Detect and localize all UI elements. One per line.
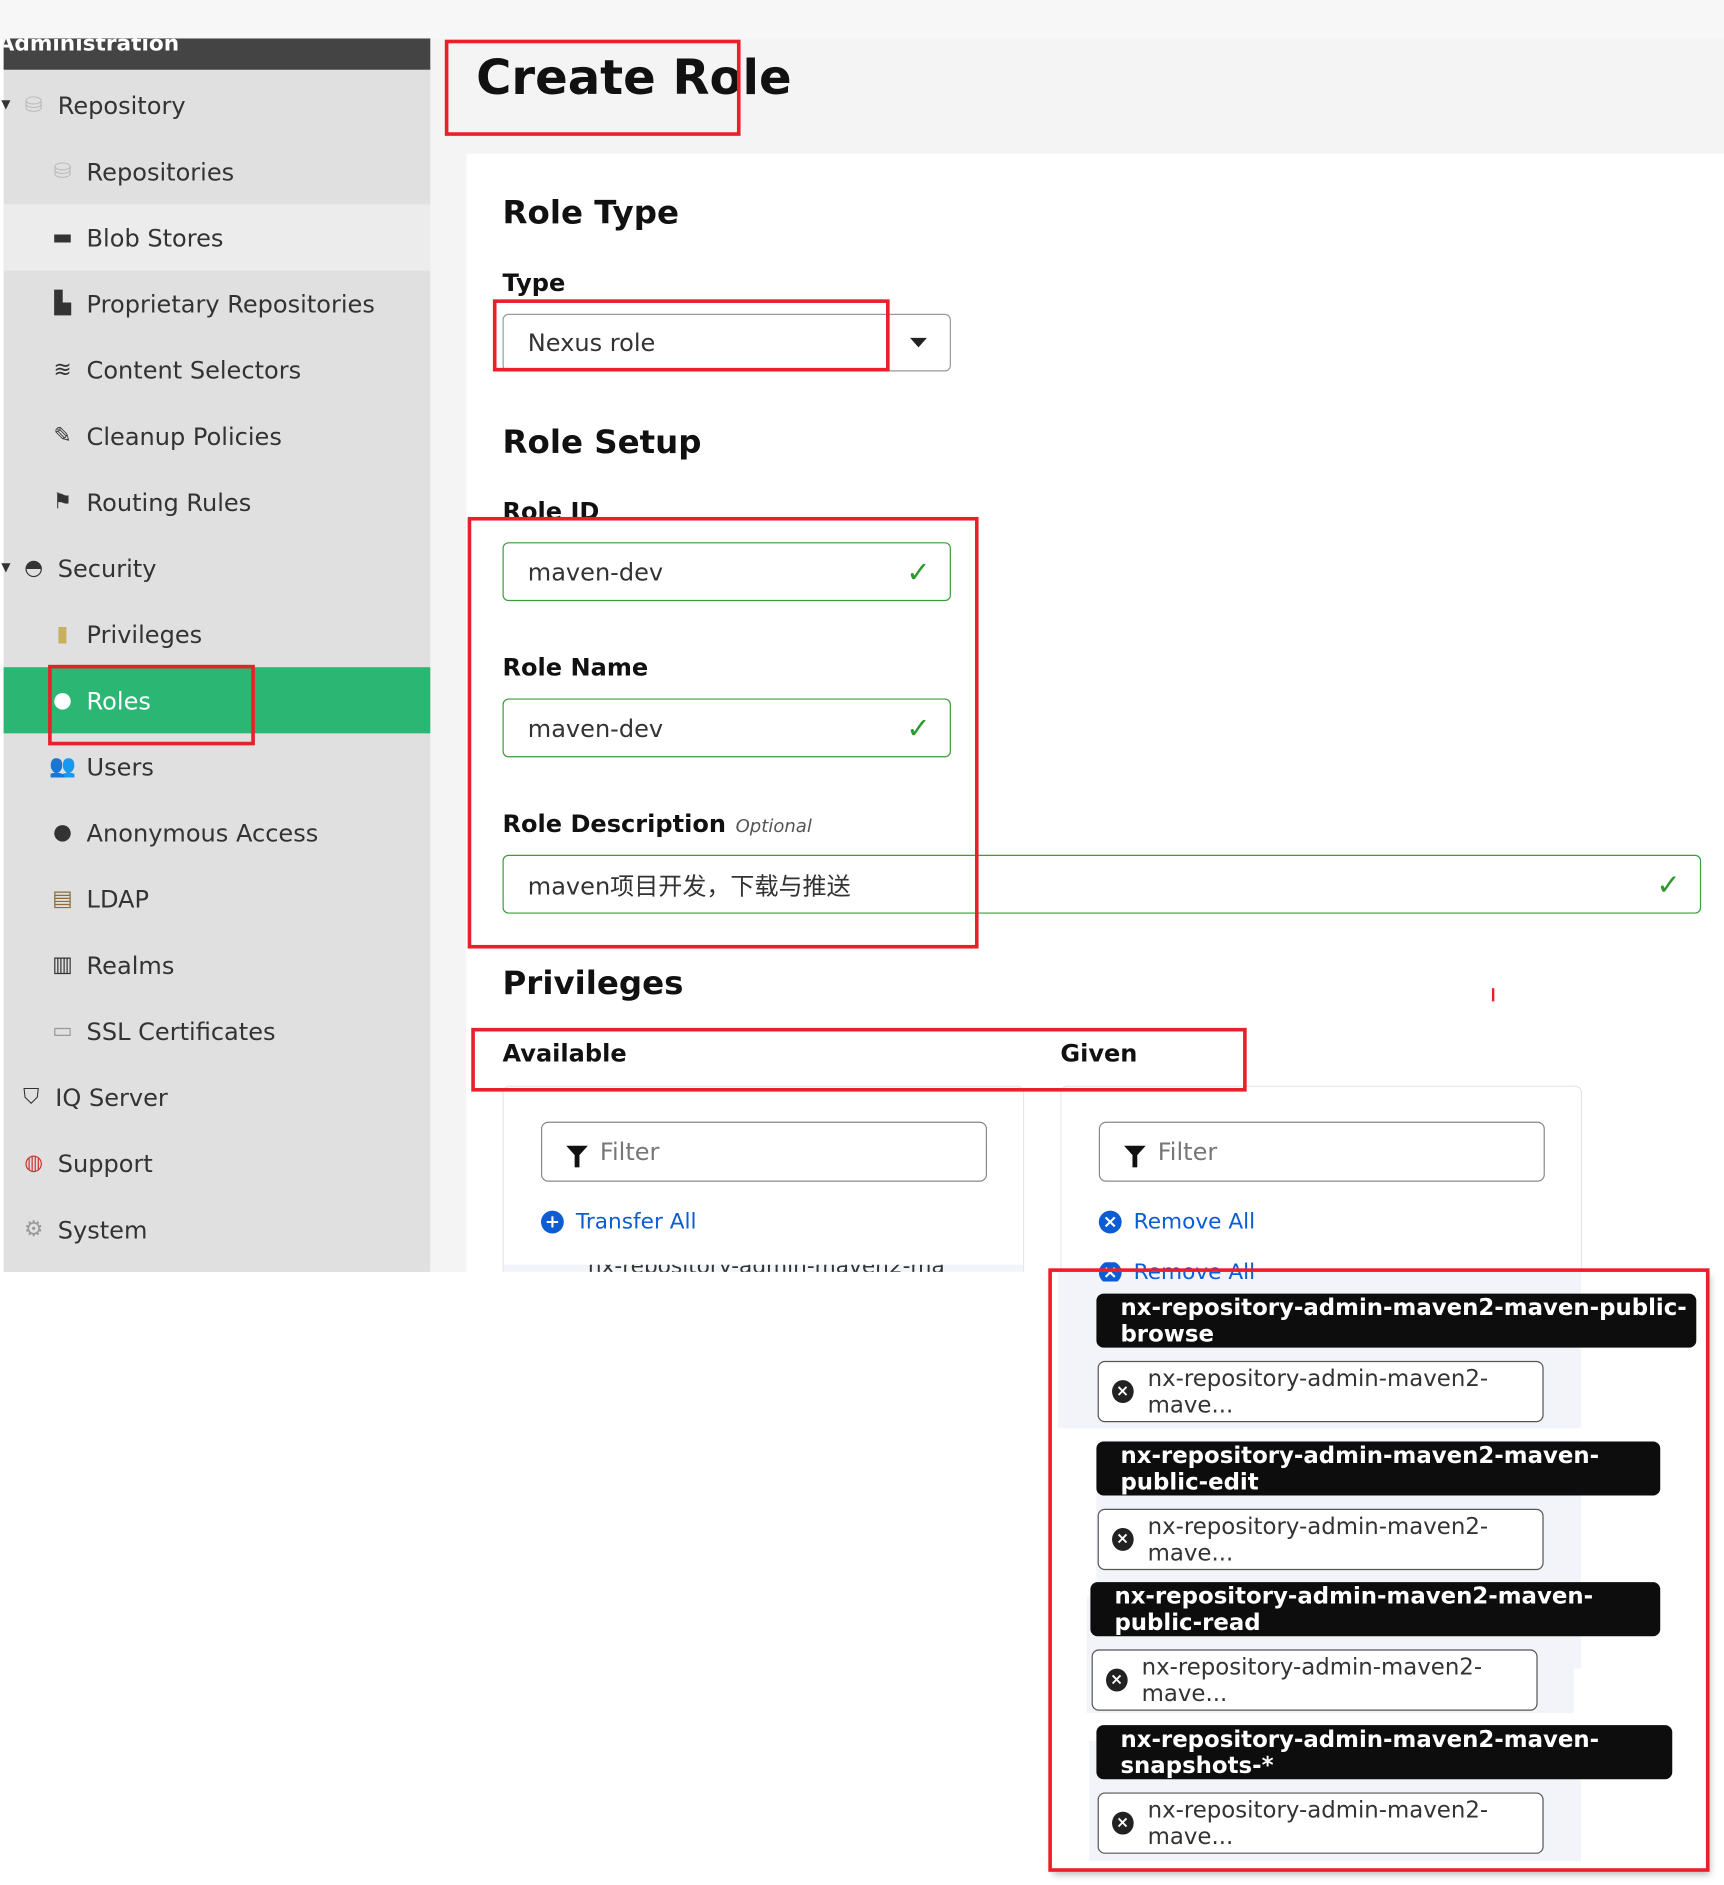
sidebar-item-privileges[interactable]: ▮ Privileges bbox=[4, 601, 431, 667]
annotation-box bbox=[471, 1027, 1247, 1092]
given-list: Filter × Remove All bbox=[1060, 1085, 1583, 1272]
sidebar-header: Administration bbox=[3, 38, 431, 70]
sidebar-item-content-selectors[interactable]: ≋ Content Selectors bbox=[4, 337, 431, 403]
sidebar-item-realms[interactable]: ▥ Realms bbox=[4, 932, 431, 998]
available-list: Filter +Transfer All nx-repository-admin… bbox=[502, 1085, 1025, 1272]
lifebuoy-icon: ◍ bbox=[24, 1150, 44, 1176]
shield-icon: ⛉ bbox=[23, 1084, 40, 1110]
role-type-heading: Role Type bbox=[502, 194, 679, 233]
database-icon: ⛁ bbox=[53, 158, 72, 184]
annotation-mark bbox=[1491, 988, 1495, 1002]
layers-icon: ≋ bbox=[53, 357, 72, 383]
sidebar-item-ssl-certificates[interactable]: ▭ SSL Certificates bbox=[4, 998, 431, 1064]
filter-icon bbox=[1124, 1145, 1146, 1168]
given-filter-input[interactable]: Filter bbox=[1098, 1121, 1545, 1182]
x-circle-icon: × bbox=[1098, 1210, 1122, 1234]
chevron-down-icon[interactable] bbox=[886, 314, 950, 371]
sidebar-item-proprietary-repositories[interactable]: ▙ Proprietary Repositories bbox=[4, 270, 431, 336]
expand-icon[interactable]: ▼ bbox=[1, 561, 10, 574]
sidebar-item-routing-rules[interactable]: ⚑ Routing Rules bbox=[4, 469, 431, 535]
sidebar-item-anonymous-access[interactable]: ● Anonymous Access bbox=[4, 799, 431, 865]
database-icon: ⛁ bbox=[24, 92, 43, 118]
users-icon: 👥 bbox=[49, 753, 77, 780]
top-bar bbox=[0, 0, 1724, 39]
annotation-box bbox=[444, 39, 741, 136]
helmet-icon: ◓ bbox=[24, 555, 44, 581]
available-filter-input[interactable]: Filter bbox=[540, 1121, 988, 1182]
role-setup-heading: Role Setup bbox=[502, 424, 702, 462]
sidebar-item-security[interactable]: ▼ ◓ Security bbox=[1, 535, 431, 601]
privileges-heading: Privileges bbox=[502, 965, 684, 1003]
gear-icon: ⚙ bbox=[23, 1216, 44, 1242]
expand-icon[interactable]: ▼ bbox=[1, 99, 10, 112]
type-label: Type bbox=[502, 268, 566, 297]
annotation-box bbox=[1048, 1268, 1710, 1872]
sidebar-item-blob-stores[interactable]: ▬ Blob Stores bbox=[3, 204, 431, 271]
building-icon: ▥ bbox=[52, 952, 73, 978]
sidebar-item-system[interactable]: ⚙ System bbox=[4, 1196, 431, 1262]
admin-sidebar: Administration ▼ ⛁ Repository ⛁ Repositorie… bbox=[1, 38, 431, 1272]
broom-icon: ✎ bbox=[53, 423, 72, 449]
sidebar-item-repository[interactable]: ▼ ⛁ Repository bbox=[1, 72, 431, 138]
certificate-icon: ▭ bbox=[52, 1018, 73, 1044]
transfer-all-button[interactable]: + Transfer All bbox=[540, 1209, 697, 1235]
annotation-box bbox=[48, 664, 255, 746]
sidebar-item-ldap[interactable]: ▤ LDAP bbox=[4, 866, 431, 932]
plus-circle-icon: + bbox=[540, 1210, 564, 1234]
main-background bbox=[430, 153, 467, 1272]
signpost-icon: ⚑ bbox=[52, 489, 73, 515]
available-item[interactable]: nx-repository-admin-maven2-ma bbox=[503, 1264, 1024, 1272]
sidebar-item-cleanup-policies[interactable]: ✎ Cleanup Policies bbox=[4, 403, 431, 469]
book-icon: ▤ bbox=[52, 886, 73, 912]
annotation-box bbox=[492, 299, 890, 372]
hard-drive-icon: ▬ bbox=[52, 224, 73, 251]
user-icon: ● bbox=[53, 819, 72, 846]
door-icon: ▙ bbox=[54, 290, 71, 317]
annotation-box bbox=[467, 516, 979, 949]
check-icon: ✓ bbox=[1656, 867, 1681, 902]
remove-all-button[interactable]: × Remove All bbox=[1098, 1209, 1255, 1235]
sidebar-item-iq-server[interactable]: ⛉ IQ Server bbox=[4, 1064, 431, 1130]
medal-icon: ▮ bbox=[56, 621, 69, 647]
filter-icon bbox=[566, 1145, 588, 1168]
sidebar-item-support[interactable]: ◍ Support bbox=[4, 1130, 431, 1196]
sidebar-item-repositories[interactable]: ⛁ Repositories bbox=[4, 138, 431, 204]
